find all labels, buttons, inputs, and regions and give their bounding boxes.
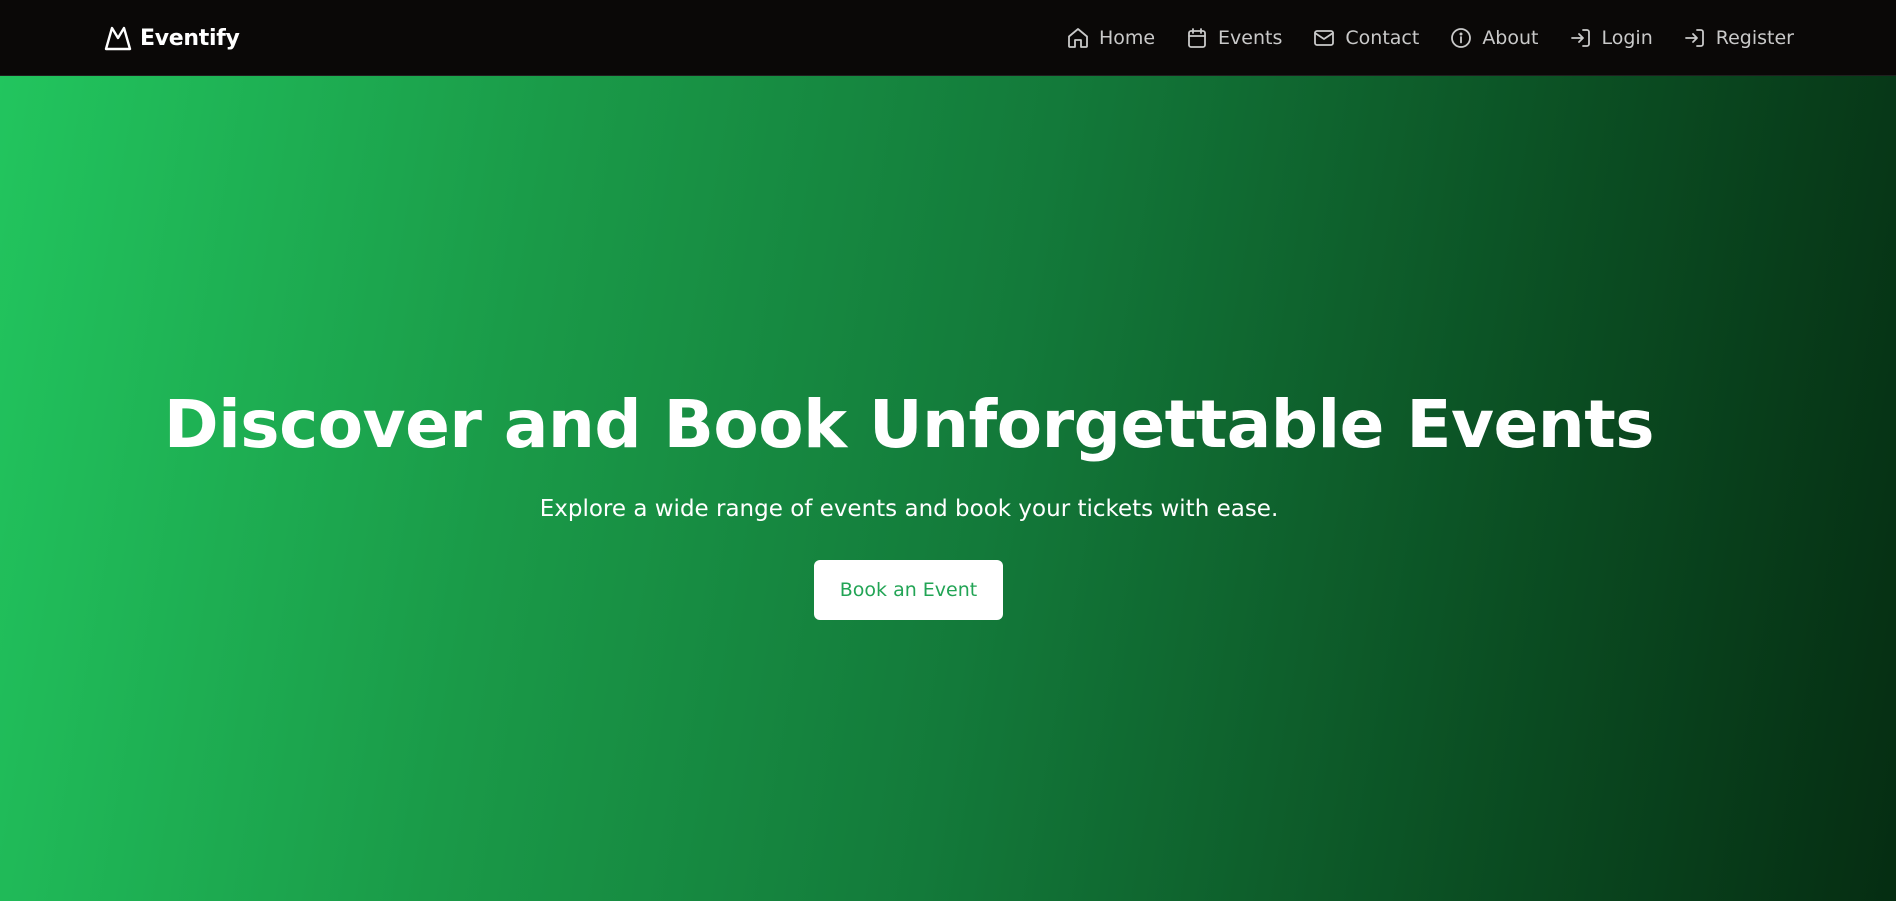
nav-item-contact[interactable]: Contact	[1312, 26, 1419, 50]
mountain-logo-icon	[104, 26, 132, 51]
login-icon	[1570, 29, 1590, 47]
nav-item-home[interactable]: Home	[1066, 26, 1155, 50]
nav-item-about[interactable]: About	[1449, 26, 1539, 50]
info-icon	[1451, 28, 1472, 48]
book-event-button[interactable]: Book an Event	[814, 560, 1003, 620]
nav-label: Login	[1601, 27, 1653, 49]
hero-title: Discover and Book Unforgettable Events	[163, 386, 1655, 463]
home-icon	[1068, 28, 1088, 48]
nav-item-login[interactable]: Login	[1569, 26, 1653, 50]
hero-section: Discover and Book Unforgettable Events E…	[0, 76, 1896, 901]
nav-item-events[interactable]: Events	[1185, 26, 1282, 50]
mail-icon	[1314, 30, 1335, 46]
nav-label: Register	[1715, 27, 1794, 49]
brand-name: Eventify	[140, 25, 240, 51]
main-nav: Home Events Contact About Login Register	[1066, 20, 1794, 56]
nav-label: About	[1482, 27, 1539, 49]
nav-item-register[interactable]: Register	[1683, 26, 1794, 50]
nav-label: Events	[1218, 27, 1283, 49]
login-icon	[1684, 29, 1704, 47]
nav-label: Home	[1098, 27, 1156, 49]
top-navbar: Eventify Home Events Contact About Login…	[0, 0, 1896, 76]
calendar-icon	[1188, 28, 1206, 48]
nav-label: Contact	[1345, 27, 1420, 49]
hero-subtitle: Explore a wide range of events and book …	[539, 496, 1279, 522]
brand-link[interactable]: Eventify	[104, 20, 240, 56]
